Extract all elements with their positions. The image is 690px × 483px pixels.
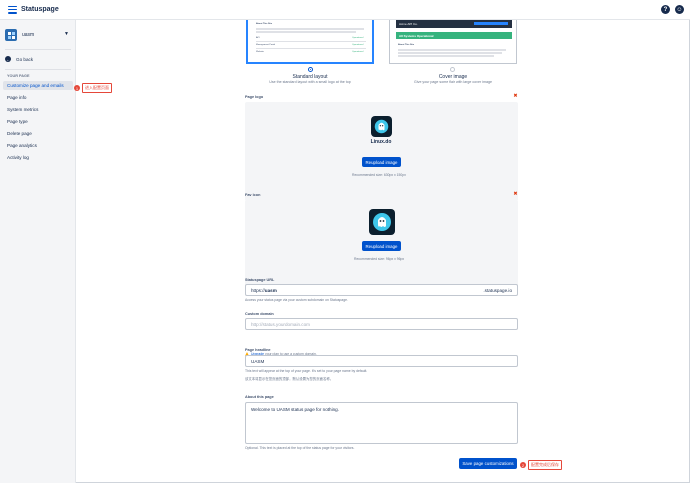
sidebar: uasm ▼ ← Go back YOUR PAGE Customize pag… bbox=[0, 20, 76, 483]
preview-subscribe-button bbox=[474, 22, 508, 25]
user-avatar-icon[interactable]: ☺ bbox=[675, 5, 684, 14]
page-headline-value: UASM bbox=[251, 358, 265, 364]
preview-row-status: Operational bbox=[352, 51, 364, 53]
statuspage-url-label: Statuspage URL bbox=[245, 278, 275, 282]
custom-domain-placeholder: http://status.yourdomain.com bbox=[251, 321, 310, 327]
page-logo-label: Page logo bbox=[245, 95, 264, 99]
preview-row-status: Operational bbox=[352, 37, 364, 39]
page-name: uasm bbox=[22, 32, 35, 38]
preview-ops-banner: All Systems Operational bbox=[396, 32, 512, 39]
sidebar-item-system-metrics[interactable]: System metrics bbox=[3, 105, 73, 114]
statuspage-url-hint: Access your status page via your custom … bbox=[245, 298, 348, 302]
save-customizations-button[interactable]: Save page customizations bbox=[459, 458, 517, 469]
go-back-label: Go back bbox=[16, 56, 34, 62]
fav-icon-image bbox=[369, 209, 395, 235]
sidebar-section-title: YOUR PAGE bbox=[7, 74, 30, 78]
url-subdomain-value: uasm bbox=[264, 287, 277, 293]
preview-divider bbox=[256, 48, 366, 49]
statuspage-url-input[interactable]: https:// uasm .statuspage.io bbox=[245, 284, 518, 296]
preview-divider bbox=[256, 41, 366, 42]
about-page-value: Welcome to UASM status page for nothing. bbox=[251, 407, 340, 412]
annotation-callout-2: 2 配置完成后保存 bbox=[520, 460, 562, 470]
standard-layout-card[interactable]: About This Site API Operational Manageme… bbox=[246, 20, 374, 64]
sidebar-item-activity-log[interactable]: Activity log bbox=[3, 153, 73, 162]
page-selector[interactable]: uasm ▼ bbox=[5, 27, 71, 43]
preview-about-title: About This Site bbox=[398, 44, 415, 46]
reupload-logo-button[interactable]: Reupload image bbox=[362, 157, 401, 167]
sidebar-item-page-analytics[interactable]: Page analytics bbox=[3, 141, 73, 150]
preview-row-name: Website bbox=[256, 51, 264, 53]
fav-icon-dropzone[interactable]: Reupload image Recommended size: 96px x … bbox=[245, 200, 518, 288]
logo-size-hint: Recommended size: 630px x 150px bbox=[352, 173, 406, 177]
arrow-left-icon: ← bbox=[5, 56, 11, 62]
about-page-label: About this page bbox=[245, 395, 274, 399]
sidebar-item-delete-page[interactable]: Delete page bbox=[3, 129, 73, 138]
preview-row-name: Management Portal bbox=[256, 44, 276, 46]
page-headline-hint-cn: 该文本将显示在您页面的顶部，默认设置为您的页面名称。 bbox=[245, 377, 334, 381]
standard-layout-radio[interactable] bbox=[308, 67, 313, 72]
favicon-size-hint: Recommended size: 96px x 96px bbox=[354, 257, 405, 261]
help-icon[interactable]: ? bbox=[661, 5, 670, 14]
about-page-textarea[interactable]: Welcome to UASM status page for nothing. bbox=[245, 402, 518, 444]
preview-ops-text: All Systems Operational bbox=[399, 33, 434, 38]
sidebar-item-page-type[interactable]: Page type bbox=[3, 117, 73, 126]
standard-layout-desc: Use the standard layout with a small log… bbox=[269, 80, 351, 84]
callout-text: 配置完成后保存 bbox=[528, 460, 562, 470]
trash-icon[interactable]: ✖ bbox=[513, 94, 518, 99]
page-headline-input[interactable]: UASM bbox=[245, 355, 518, 367]
page-avatar-icon bbox=[5, 29, 17, 41]
callout-number: 2 bbox=[520, 462, 526, 468]
sidebar-divider bbox=[5, 69, 71, 70]
sidebar-divider bbox=[5, 49, 71, 50]
preview-line bbox=[398, 55, 494, 57]
top-bar: Statuspage ? ☺ bbox=[0, 0, 690, 20]
custom-domain-label: Custom domain bbox=[245, 312, 274, 316]
preview-brand: Acme API Co. bbox=[399, 21, 418, 26]
preview-about-title: About This Site bbox=[256, 23, 273, 25]
trash-icon[interactable]: ✖ bbox=[513, 192, 518, 197]
sidebar-item-page-info[interactable]: Page info bbox=[3, 93, 73, 102]
cover-layout-card[interactable]: Acme API Co. All Systems Operational Abo… bbox=[389, 20, 517, 64]
chevron-down-icon[interactable]: ▼ bbox=[64, 31, 69, 37]
preview-line bbox=[398, 52, 502, 54]
app-name[interactable]: Statuspage bbox=[21, 6, 59, 13]
url-suffix: .statuspage.io bbox=[483, 287, 512, 293]
preview-row-status: Operational bbox=[352, 44, 364, 46]
preview-cover-header: Acme API Co. bbox=[396, 20, 512, 28]
page-headline-label: Page headline bbox=[245, 348, 271, 352]
logo-wordmark: Linux.do bbox=[370, 139, 392, 145]
linux-do-logo-icon bbox=[371, 116, 392, 137]
page-logo-dropzone[interactable]: Linux.do Reupload image Recommended size… bbox=[245, 102, 518, 201]
preview-line bbox=[256, 28, 364, 30]
url-prefix: https:// bbox=[251, 287, 265, 293]
preview-row-name: API bbox=[256, 37, 260, 39]
preview-line bbox=[398, 49, 506, 51]
go-back-link[interactable]: ← Go back bbox=[5, 56, 33, 62]
preview-line bbox=[256, 31, 356, 33]
cover-image-desc: Give your page some flair with large cov… bbox=[414, 80, 492, 84]
sidebar-item-customize[interactable]: Customize page and emails bbox=[3, 81, 73, 90]
cover-image-radio[interactable] bbox=[450, 67, 455, 72]
custom-domain-input[interactable]: http://status.yourdomain.com bbox=[245, 318, 518, 330]
statuspage-logo-icon[interactable] bbox=[8, 5, 17, 14]
main-content: About This Site API Operational Manageme… bbox=[76, 20, 690, 483]
fav-icon-label: Fav icon bbox=[245, 193, 261, 197]
about-page-hint: Optional. This text is placed at the top… bbox=[245, 446, 355, 450]
reupload-favicon-button[interactable]: Reupload image bbox=[362, 241, 401, 251]
page-headline-hint: This text will appear at the top of your… bbox=[245, 369, 368, 373]
